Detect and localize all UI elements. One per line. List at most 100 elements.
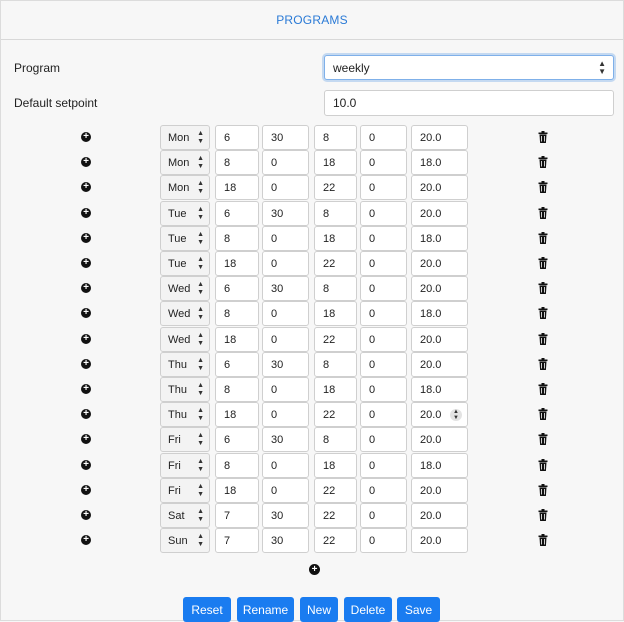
trash-icon[interactable] — [538, 484, 548, 496]
setpoint-input[interactable]: 20.0 — [411, 327, 468, 352]
end-hour-input[interactable]: 22 — [314, 251, 357, 276]
start-hour-input[interactable]: 6 — [215, 427, 259, 452]
end-minute-input[interactable]: 0 — [360, 327, 407, 352]
end-hour-input[interactable]: 22 — [314, 528, 357, 553]
reset-button[interactable]: Reset — [183, 597, 231, 622]
day-select[interactable]: Mon ▲ ▼ — [160, 125, 210, 150]
start-minute-input[interactable]: 30 — [262, 276, 309, 301]
add-row-icon[interactable]: + — [81, 409, 91, 419]
day-select[interactable]: Thu ▲ ▼ — [160, 352, 210, 377]
start-minute-input[interactable]: 30 — [262, 352, 309, 377]
start-hour-input[interactable]: 18 — [215, 251, 259, 276]
start-hour-input[interactable]: 7 — [215, 503, 259, 528]
setpoint-input[interactable]: 20.0 — [411, 478, 468, 503]
end-hour-input[interactable]: 8 — [314, 352, 357, 377]
end-hour-input[interactable]: 18 — [314, 150, 357, 175]
setpoint-input[interactable]: 18.0 — [411, 226, 468, 251]
setpoint-input[interactable]: 20.0 — [411, 528, 468, 553]
setpoint-input[interactable]: 20.0 — [411, 352, 468, 377]
day-select[interactable]: Fri ▲ ▼ — [160, 453, 210, 478]
setpoint-input[interactable]: 20.0 ▲ ▼ — [411, 402, 468, 427]
trash-icon[interactable] — [538, 207, 548, 219]
start-minute-input[interactable]: 0 — [262, 377, 309, 402]
start-minute-input[interactable]: 30 — [262, 201, 309, 226]
trash-icon[interactable] — [538, 383, 548, 395]
end-minute-input[interactable]: 0 — [360, 528, 407, 553]
setpoint-input[interactable]: 18.0 — [411, 150, 468, 175]
setpoint-input[interactable]: 20.0 — [411, 201, 468, 226]
day-select[interactable]: Fri ▲ ▼ — [160, 427, 210, 452]
add-row-icon[interactable]: + — [81, 535, 91, 545]
end-hour-input[interactable]: 22 — [314, 478, 357, 503]
add-row-icon[interactable]: + — [81, 132, 91, 142]
trash-icon[interactable] — [538, 534, 548, 546]
setpoint-input[interactable]: 18.0 — [411, 301, 468, 326]
start-minute-input[interactable]: 30 — [262, 503, 309, 528]
start-minute-input[interactable]: 0 — [262, 226, 309, 251]
end-minute-input[interactable]: 0 — [360, 352, 407, 377]
start-minute-input[interactable]: 0 — [262, 301, 309, 326]
end-minute-input[interactable]: 0 — [360, 402, 407, 427]
start-minute-input[interactable]: 0 — [262, 453, 309, 478]
end-minute-input[interactable]: 0 — [360, 251, 407, 276]
setpoint-input[interactable]: 20.0 — [411, 276, 468, 301]
add-row-icon[interactable]: + — [81, 334, 91, 344]
trash-icon[interactable] — [538, 307, 548, 319]
end-hour-input[interactable]: 18 — [314, 453, 357, 478]
end-minute-input[interactable]: 0 — [360, 478, 407, 503]
trash-icon[interactable] — [538, 282, 548, 294]
end-hour-input[interactable]: 18 — [314, 301, 357, 326]
trash-icon[interactable] — [538, 181, 548, 193]
trash-icon[interactable] — [538, 131, 548, 143]
day-select[interactable]: Fri ▲ ▼ — [160, 478, 210, 503]
trash-icon[interactable] — [538, 358, 548, 370]
add-row-icon[interactable]: + — [81, 208, 91, 218]
start-minute-input[interactable]: 30 — [262, 125, 309, 150]
end-minute-input[interactable]: 0 — [360, 377, 407, 402]
end-hour-input[interactable]: 22 — [314, 402, 357, 427]
day-select[interactable]: Sun ▲ ▼ — [160, 528, 210, 553]
start-hour-input[interactable]: 8 — [215, 453, 259, 478]
start-minute-input[interactable]: 30 — [262, 427, 309, 452]
end-hour-input[interactable]: 8 — [314, 276, 357, 301]
trash-icon[interactable] — [538, 156, 548, 168]
end-hour-input[interactable]: 18 — [314, 226, 357, 251]
add-row-icon[interactable]: + — [81, 308, 91, 318]
rename-button[interactable]: Rename — [237, 597, 294, 622]
end-hour-input[interactable]: 8 — [314, 427, 357, 452]
start-hour-input[interactable]: 18 — [215, 175, 259, 200]
end-minute-input[interactable]: 0 — [360, 276, 407, 301]
setpoint-input[interactable]: 20.0 — [411, 503, 468, 528]
trash-icon[interactable] — [538, 257, 548, 269]
add-row-icon[interactable]: + — [81, 434, 91, 444]
setpoint-input[interactable]: 18.0 — [411, 453, 468, 478]
new-button[interactable]: New — [300, 597, 338, 622]
setpoint-input[interactable]: 20.0 — [411, 251, 468, 276]
default-setpoint-input[interactable]: 10.0 — [324, 90, 614, 116]
day-select[interactable]: Sat ▲ ▼ — [160, 503, 210, 528]
day-select[interactable]: Wed ▲ ▼ — [160, 301, 210, 326]
program-select[interactable]: weekly ▲ ▼ — [324, 55, 614, 80]
start-minute-input[interactable]: 0 — [262, 402, 309, 427]
add-row-icon[interactable]: + — [81, 359, 91, 369]
add-row-icon[interactable]: + — [81, 460, 91, 470]
day-select[interactable]: Wed ▲ ▼ — [160, 327, 210, 352]
day-select[interactable]: Mon ▲ ▼ — [160, 150, 210, 175]
add-row-icon[interactable]: + — [81, 510, 91, 520]
start-hour-input[interactable]: 6 — [215, 125, 259, 150]
end-minute-input[interactable]: 0 — [360, 453, 407, 478]
end-hour-input[interactable]: 18 — [314, 377, 357, 402]
end-minute-input[interactable]: 0 — [360, 226, 407, 251]
start-minute-input[interactable]: 0 — [262, 150, 309, 175]
add-row-icon[interactable]: + — [81, 233, 91, 243]
day-select[interactable]: Thu ▲ ▼ — [160, 402, 210, 427]
start-minute-input[interactable]: 0 — [262, 251, 309, 276]
trash-icon[interactable] — [538, 232, 548, 244]
day-select[interactable]: Tue ▲ ▼ — [160, 201, 210, 226]
start-hour-input[interactable]: 8 — [215, 377, 259, 402]
end-minute-input[interactable]: 0 — [360, 175, 407, 200]
start-hour-input[interactable]: 6 — [215, 352, 259, 377]
day-select[interactable]: Wed ▲ ▼ — [160, 276, 210, 301]
start-minute-input[interactable]: 0 — [262, 175, 309, 200]
start-hour-input[interactable]: 6 — [215, 201, 259, 226]
